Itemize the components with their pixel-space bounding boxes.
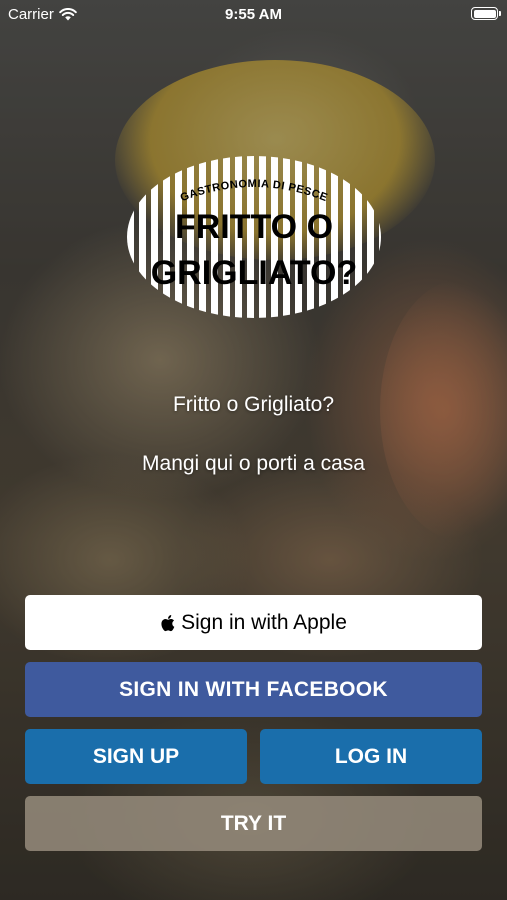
status-bar: Carrier 9:55 AM [0, 0, 507, 30]
sign-in-with-apple-button[interactable]: Sign in with Apple [25, 595, 482, 650]
logo-line-1: FRITTO O [175, 208, 333, 246]
log-in-button[interactable]: LOG IN [260, 729, 482, 784]
battery-icon [471, 7, 501, 20]
tagline-title: Fritto o Grigliato? [172, 393, 335, 416]
logo-line-2: GRIGLIATO? [151, 254, 358, 292]
status-time: 9:55 AM [225, 6, 282, 23]
tagline-subtitle: Mangi qui o porti a casa [142, 452, 365, 475]
sign-up-button[interactable]: SIGN UP [25, 729, 247, 784]
apple-icon [161, 614, 175, 631]
sign-in-with-facebook-button[interactable]: SIGN IN WITH FACEBOOK [25, 662, 482, 717]
try-it-button[interactable]: TRY IT [25, 796, 482, 851]
brand-logo: GASTRONOMIA DI PESCE FRITTO O GRIGLIATO? [127, 156, 381, 318]
apple-button-label: Sign in with Apple [181, 610, 347, 634]
